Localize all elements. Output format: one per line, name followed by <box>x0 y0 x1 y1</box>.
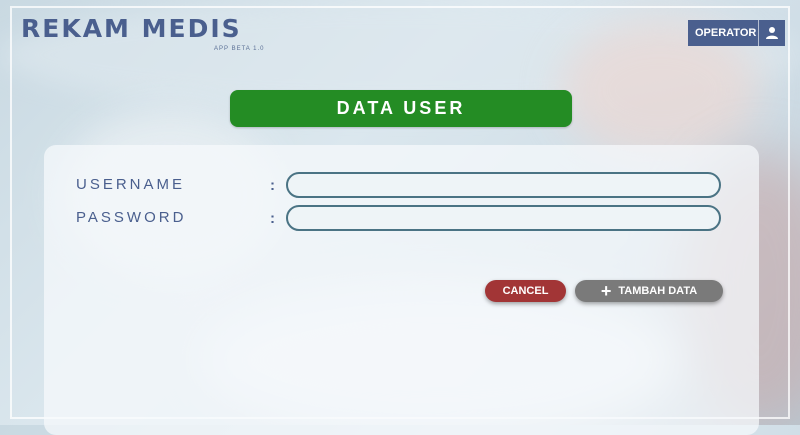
user-form: USERNAME : PASSWORD : CANCEL + TAMBAH DA… <box>44 145 759 435</box>
plus-icon: + <box>600 281 612 301</box>
user-icon <box>758 20 785 46</box>
operator-label: OPERATOR <box>695 27 757 39</box>
operator-button[interactable]: OPERATOR <box>688 20 785 46</box>
username-field[interactable] <box>286 172 721 198</box>
page-title: DATA USER <box>230 90 572 127</box>
password-colon: : <box>270 210 275 227</box>
password-label: PASSWORD <box>76 209 187 226</box>
cancel-label: CANCEL <box>502 285 549 297</box>
username-label: USERNAME <box>76 176 186 193</box>
cancel-button[interactable]: CANCEL <box>485 280 566 302</box>
password-field[interactable] <box>286 205 721 231</box>
add-data-label: TAMBAH DATA <box>618 285 698 297</box>
username-colon: : <box>270 177 275 194</box>
app-version: APP BETA 1.0 <box>214 46 265 52</box>
app-title: REKAM MEDIS <box>21 14 242 43</box>
add-data-button[interactable]: + TAMBAH DATA <box>575 280 723 302</box>
